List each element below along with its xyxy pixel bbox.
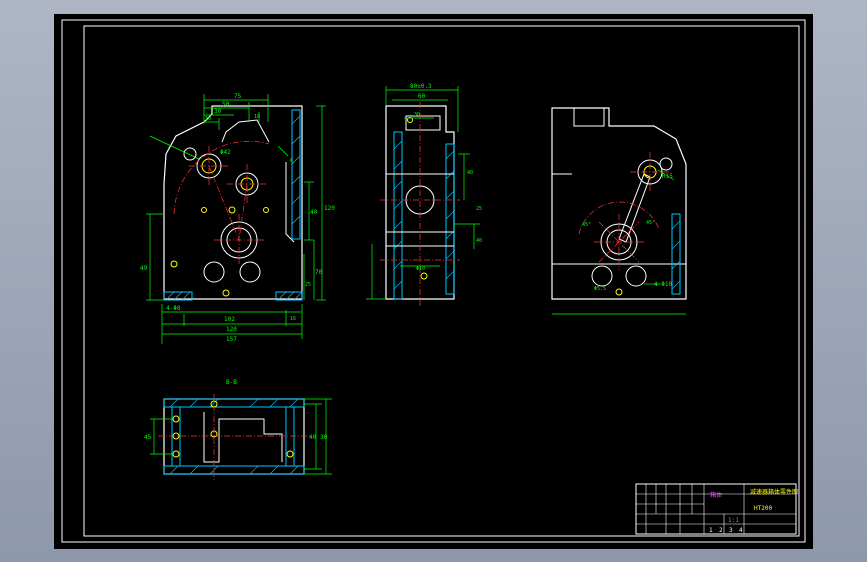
front-dim-top-5: 10	[254, 114, 260, 120]
front-dim-right-3: 70	[315, 269, 323, 276]
front-dim-bottom-1: 4-Φ8	[166, 305, 181, 312]
side-dim-right-3: 40	[476, 238, 482, 244]
section-dim-right-1: 40	[309, 434, 317, 441]
sheet-mark-2: 2	[719, 527, 723, 534]
side-dim-right-2: 25	[476, 206, 482, 212]
outer-frame	[61, 19, 806, 543]
front-dim-right-1: 40	[310, 209, 318, 216]
side-dim-top-2: 60	[418, 93, 426, 100]
title-scale: 1:1	[728, 517, 739, 524]
side-dim-bottom: Φ10	[416, 266, 425, 272]
right-label-phi: Φ5.5	[594, 286, 606, 292]
front-dim-right-4: 25	[305, 282, 311, 288]
sheet-mark-1: 1	[709, 527, 713, 534]
cad-canvas[interactable]: 75 50 30 10 10 Φ42 4-Φ8 102 120 157 16 4…	[54, 14, 813, 549]
right-label-holes: 4-Φ10	[654, 281, 672, 288]
section-dim-left: 45	[144, 434, 152, 441]
right-view: R15 4-Φ10 Φ5.5 45° 45°	[551, 107, 687, 315]
right-label-angle-1: 45°	[582, 222, 591, 228]
right-label-r15: R15	[662, 173, 673, 180]
side-dim-right-1: 40	[467, 170, 473, 176]
side-view: 80±0.3 60 30 40 25 40 Φ10	[366, 83, 482, 306]
title-material: HT200	[754, 505, 772, 512]
front-dim-top-2: 50	[222, 101, 230, 108]
side-dim-top-1: 80±0.3	[410, 83, 432, 90]
section-dim-right-2: 30	[320, 434, 328, 441]
section-view: B-B 45 40 30	[144, 379, 332, 480]
front-dim-bottom-2: 102	[224, 316, 235, 323]
title-drawing-title: 减速器箱体零件图	[750, 488, 798, 496]
front-dim-right-5: 6	[290, 158, 293, 164]
front-dim-top-1: 75	[234, 93, 242, 100]
front-diameter-label: Φ42	[220, 149, 231, 156]
front-view: 75 50 30 10 10 Φ42 4-Φ8 102 120 157 16 4…	[140, 93, 335, 344]
sheet-mark-3: 3	[729, 527, 733, 534]
front-dim-top-3: 30	[214, 108, 222, 115]
front-dim-bottom-4: 157	[226, 336, 237, 343]
side-dim-top-3: 30	[414, 112, 420, 118]
front-dim-top-4: 10	[205, 116, 211, 122]
drawing-sheet: 75 50 30 10 10 Φ42 4-Φ8 102 120 157 16 4…	[61, 19, 806, 543]
front-dim-bottom-3: 120	[226, 326, 237, 333]
section-title: B-B	[226, 379, 237, 386]
title-block: 箱体 减速器箱体零件图 HT200 1:1 1 2 3 4	[635, 483, 798, 535]
front-dim-right-2: 120	[324, 205, 335, 212]
front-dim-bottom-5: 16	[290, 316, 296, 322]
sheet-mark-4: 4	[739, 527, 743, 534]
front-dim-left: 49	[140, 265, 148, 272]
title-part-name: 箱体	[710, 491, 722, 499]
right-label-angle-2: 45°	[646, 220, 655, 226]
inner-frame	[83, 25, 800, 537]
